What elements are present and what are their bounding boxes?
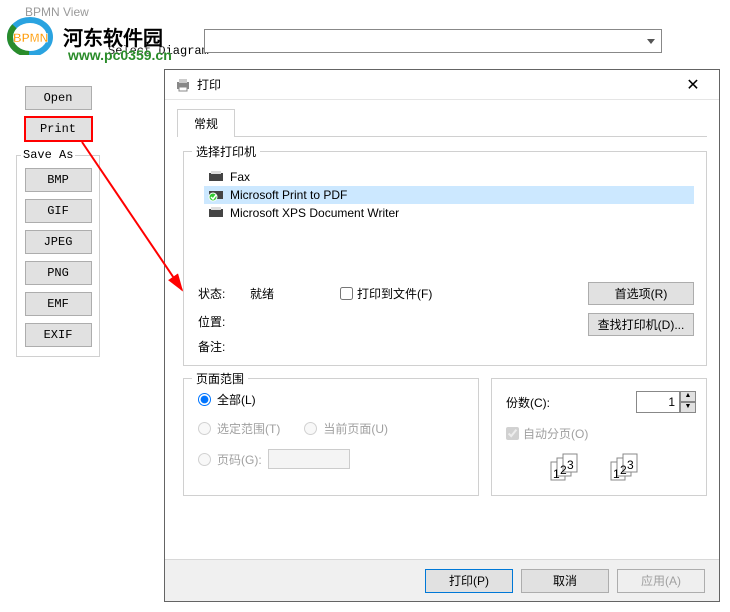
range-pages-radio: 页码(G): bbox=[198, 449, 468, 469]
printer-name: Fax bbox=[230, 170, 250, 184]
printer-item-fax[interactable]: Fax bbox=[204, 168, 694, 186]
print-dialog: 打印 ✕ 常规 选择打印机 Fax Microsoft Print to PDF… bbox=[164, 69, 720, 602]
dialog-footer: 打印(P) 取消 应用(A) bbox=[165, 559, 719, 601]
printer-name: Microsoft XPS Document Writer bbox=[230, 206, 399, 220]
tab-general[interactable]: 常规 bbox=[177, 109, 235, 137]
collate-icon: 123 bbox=[607, 450, 655, 482]
comment-label: 备注: bbox=[198, 338, 250, 355]
fax-icon bbox=[208, 170, 224, 184]
save-emf-button[interactable]: EMF bbox=[25, 292, 92, 316]
left-panel: Open Print Save As BMP GIF JPEG PNG EMF … bbox=[16, 86, 100, 357]
collate-icon: 123 bbox=[547, 450, 595, 482]
spin-up[interactable]: ▲ bbox=[680, 391, 696, 402]
close-button[interactable]: ✕ bbox=[677, 75, 709, 95]
range-current-radio: 当前页面(U) bbox=[304, 420, 388, 437]
printer-name: Microsoft Print to PDF bbox=[230, 188, 347, 202]
printer-item-pdf[interactable]: Microsoft Print to PDF bbox=[204, 186, 694, 204]
range-title: 页面范围 bbox=[192, 370, 248, 387]
dialog-title: 打印 bbox=[197, 76, 677, 93]
status-label: 状态: bbox=[198, 285, 250, 302]
copies-input[interactable] bbox=[636, 391, 680, 413]
apply-button: 应用(A) bbox=[617, 569, 705, 593]
cancel-button[interactable]: 取消 bbox=[521, 569, 609, 593]
open-button[interactable]: Open bbox=[25, 86, 92, 110]
svg-text:2: 2 bbox=[620, 463, 627, 477]
page-range-group: 页面范围 全部(L) 选定范围(T) 当前页面(U) 页码(G): bbox=[183, 378, 479, 496]
svg-text:2: 2 bbox=[560, 463, 567, 477]
save-bmp-button[interactable]: BMP bbox=[25, 168, 92, 192]
svg-text:3: 3 bbox=[627, 458, 634, 472]
svg-text:BPMN: BPMN bbox=[13, 31, 48, 45]
preferences-button[interactable]: 首选项(R) bbox=[588, 282, 694, 305]
save-gif-button[interactable]: GIF bbox=[25, 199, 92, 223]
printer-list[interactable]: Fax Microsoft Print to PDF Microsoft XPS… bbox=[204, 168, 694, 222]
range-selection-radio: 选定范围(T) bbox=[198, 420, 280, 437]
svg-text:1: 1 bbox=[613, 467, 620, 481]
collate-checkbox: 自动分页(O) bbox=[506, 425, 696, 442]
save-png-button[interactable]: PNG bbox=[25, 261, 92, 285]
spin-down[interactable]: ▼ bbox=[680, 402, 696, 413]
range-pages-input bbox=[268, 449, 350, 469]
dialog-titlebar: 打印 ✕ bbox=[165, 70, 719, 100]
save-exif-button[interactable]: EXIF bbox=[25, 323, 92, 347]
collate-preview: 123 123 bbox=[506, 450, 696, 482]
printer-icon bbox=[175, 77, 191, 93]
printer-select-group: 选择打印机 Fax Microsoft Print to PDF Microso… bbox=[183, 151, 707, 366]
svg-text:3: 3 bbox=[567, 458, 574, 472]
svg-text:1: 1 bbox=[553, 467, 560, 481]
copies-spinner[interactable]: ▲▼ bbox=[636, 391, 696, 413]
select-diagram-dropdown[interactable] bbox=[204, 29, 662, 53]
status-value: 就绪 bbox=[250, 285, 340, 302]
printer-group-title: 选择打印机 bbox=[192, 143, 260, 160]
location-label: 位置: bbox=[198, 313, 250, 330]
print-confirm-button[interactable]: 打印(P) bbox=[425, 569, 513, 593]
tab-bar: 常规 bbox=[177, 108, 719, 136]
printer-item-xps[interactable]: Microsoft XPS Document Writer bbox=[204, 204, 694, 222]
range-all-radio[interactable]: 全部(L) bbox=[198, 391, 468, 408]
copies-label: 份数(C): bbox=[506, 394, 550, 411]
copies-group: 份数(C): ▲▼ 自动分页(O) 123 123 bbox=[491, 378, 707, 496]
print-button[interactable]: Print bbox=[25, 117, 92, 141]
save-as-group: Save As BMP GIF JPEG PNG EMF EXIF bbox=[16, 148, 100, 357]
save-as-title: Save As bbox=[21, 148, 75, 162]
select-diagram-label: Select Diagram bbox=[108, 44, 209, 58]
print-to-file-checkbox[interactable]: 打印到文件(F) bbox=[340, 285, 588, 302]
printer-xps-icon bbox=[208, 206, 224, 220]
app-title: BPMN View bbox=[25, 5, 89, 19]
printer-pdf-icon bbox=[208, 188, 224, 202]
watermark-logo: BPMN bbox=[7, 17, 63, 58]
save-jpeg-button[interactable]: JPEG bbox=[25, 230, 92, 254]
find-printer-button[interactable]: 查找打印机(D)... bbox=[588, 313, 694, 336]
